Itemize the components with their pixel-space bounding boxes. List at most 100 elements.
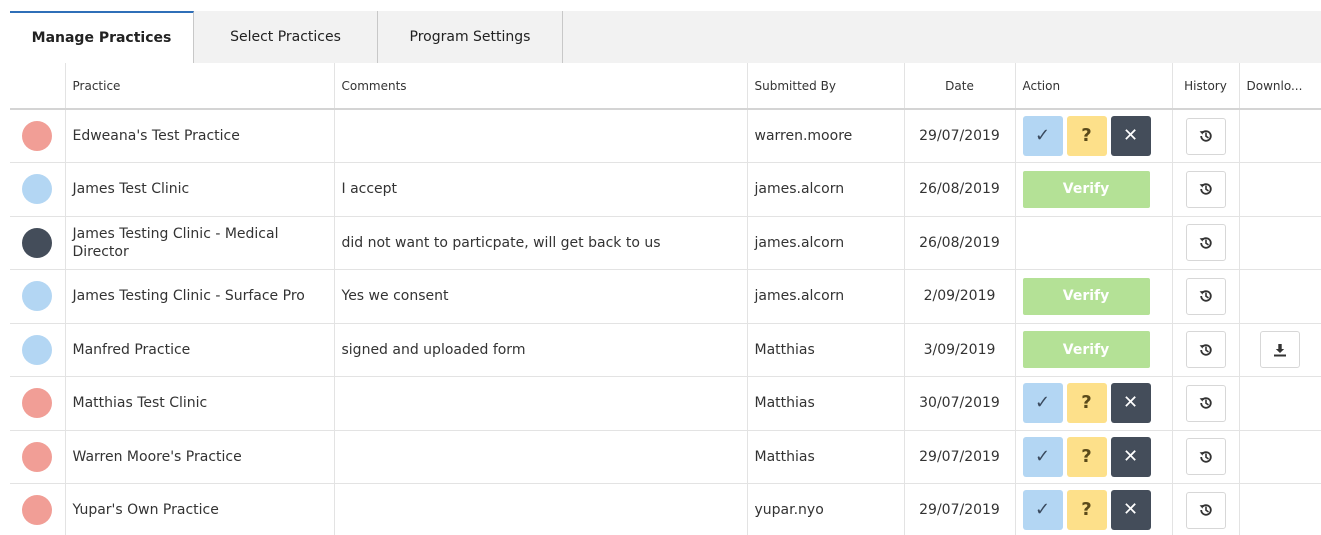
table-row[interactable]: James Test Clinic I accept james.alcorn 26/… <box>10 162 1321 217</box>
download-button[interactable] <box>1260 331 1301 369</box>
action-cell: ✓? ✕ <box>1015 430 1173 484</box>
date-column-header[interactable]: Date <box>904 63 1016 110</box>
action-cell <box>1015 216 1173 270</box>
table-row[interactable]: Matthias Test Clinic Matthias 30/07/2019 ✓?… <box>10 376 1321 431</box>
history-column-header: History <box>1172 63 1240 110</box>
practice-cell: Warren Moore's Practice <box>65 430 335 484</box>
accept-button[interactable]: ✓ <box>1022 436 1063 477</box>
submitted-by-cell: Matthias <box>747 323 905 377</box>
submitted-by-cell: warren.moore <box>747 109 905 163</box>
action-cell: ✓? ✕ <box>1015 376 1173 431</box>
history-cell <box>1172 376 1240 431</box>
table-row[interactable]: Yupar's Own Practice yupar.nyo 29/07/2019 ✓… <box>10 483 1321 535</box>
download-cell <box>1239 323 1321 377</box>
date-cell: 26/08/2019 <box>904 216 1016 270</box>
status-indicator <box>22 121 53 151</box>
date-cell: 26/08/2019 <box>904 162 1016 217</box>
submitted-by-cell: Matthias <box>747 376 905 431</box>
comments-column-header[interactable]: Comments <box>334 63 748 110</box>
verify-button[interactable]: Verify <box>1022 277 1150 315</box>
reject-button[interactable]: ✕ <box>1110 383 1151 424</box>
practice-cell: Edweana's Test Practice <box>65 109 335 163</box>
submitted-by-cell: yupar.nyo <box>747 483 905 535</box>
history-button[interactable] <box>1185 438 1226 476</box>
practice-column-header[interactable]: Practice <box>65 63 335 110</box>
history-button[interactable] <box>1185 491 1226 529</box>
comments-cell: did not want to particpate, will get bac… <box>334 216 748 270</box>
reject-button[interactable]: ✕ <box>1110 490 1151 531</box>
download-cell <box>1239 376 1321 431</box>
history-icon <box>1198 395 1214 411</box>
action-cell: ✓? ✕ <box>1015 109 1173 163</box>
table-row[interactable]: Edweana's Test Practice warren.moore 29/07… <box>10 109 1321 163</box>
submitted-by-cell: james.alcorn <box>747 269 905 324</box>
status-cell <box>10 109 66 163</box>
action-cell: Verify <box>1015 269 1173 324</box>
history-cell <box>1172 430 1240 484</box>
query-button[interactable]: ? <box>1066 116 1107 156</box>
accept-button[interactable]: ✓ <box>1022 490 1063 531</box>
history-cell <box>1172 483 1240 535</box>
submitted-by-cell: james.alcorn <box>747 216 905 270</box>
status-cell <box>10 483 66 535</box>
query-button[interactable]: ? <box>1066 436 1107 477</box>
history-cell <box>1172 323 1240 377</box>
date-cell: 29/07/2019 <box>904 483 1016 535</box>
status-indicator <box>22 174 53 205</box>
practices-table: Practice Comments Submitted By Date Acti… <box>10 63 1321 535</box>
download-column-header: Downlo... <box>1239 63 1321 110</box>
action-cell: Verify <box>1015 323 1173 377</box>
history-button[interactable] <box>1185 117 1226 155</box>
status-cell <box>10 430 66 484</box>
date-cell: 30/07/2019 <box>904 376 1016 431</box>
query-button[interactable]: ? <box>1066 383 1107 424</box>
table-row[interactable]: Warren Moore's Practice Matthias 29/07/201… <box>10 430 1321 484</box>
date-cell: 3/09/2019 <box>904 323 1016 377</box>
history-icon <box>1198 502 1214 518</box>
accept-button[interactable]: ✓ <box>1022 116 1063 156</box>
table-row[interactable]: James Testing Clinic - Surface Pro Yes we… <box>10 269 1321 324</box>
tab-manage-practices[interactable]: Manage Practices <box>10 11 194 63</box>
status-cell <box>10 269 66 324</box>
history-cell <box>1172 216 1240 270</box>
comments-cell: Yes we consent <box>334 269 748 324</box>
action-cell: ✓? ✕ <box>1015 483 1173 535</box>
download-cell <box>1239 483 1321 535</box>
comments-cell <box>334 483 748 535</box>
date-cell: 29/07/2019 <box>904 109 1016 163</box>
reject-button[interactable]: ✕ <box>1110 436 1151 477</box>
download-cell <box>1239 109 1321 163</box>
status-indicator <box>22 388 53 419</box>
reject-button[interactable]: ✕ <box>1110 116 1151 156</box>
comments-cell: signed and uploaded form <box>334 323 748 377</box>
tab-select-practices[interactable]: Select Practices <box>194 11 378 63</box>
table-row[interactable]: James Testing Clinic - Medical Director d… <box>10 216 1321 270</box>
tab-program-settings[interactable]: Program Settings <box>378 11 563 63</box>
history-button[interactable] <box>1185 170 1226 208</box>
history-button[interactable] <box>1185 331 1226 369</box>
action-column-header: Action <box>1015 63 1173 110</box>
download-cell <box>1239 430 1321 484</box>
practice-cell: James Testing Clinic - Surface Pro <box>65 269 335 324</box>
table-row[interactable]: Manfred Practice signed and uploaded form… <box>10 323 1321 377</box>
submitted-by-column-header[interactable]: Submitted By <box>747 63 905 110</box>
status-cell <box>10 216 66 270</box>
status-cell <box>10 323 66 377</box>
history-button[interactable] <box>1185 384 1226 422</box>
history-icon <box>1198 181 1214 197</box>
query-button[interactable]: ? <box>1066 490 1107 531</box>
status-indicator <box>22 227 53 258</box>
verify-button[interactable]: Verify <box>1022 331 1150 369</box>
header-row: Practice Comments Submitted By Date Acti… <box>10 63 1321 110</box>
action-buttons: ✓? ✕ <box>1022 116 1165 156</box>
history-button[interactable] <box>1185 224 1226 262</box>
history-icon <box>1198 342 1214 358</box>
history-button[interactable] <box>1185 277 1226 315</box>
history-cell <box>1172 269 1240 324</box>
comments-cell <box>334 430 748 484</box>
practice-cell: Yupar's Own Practice <box>65 483 335 535</box>
verify-button[interactable]: Verify <box>1022 170 1150 208</box>
status-column-header <box>10 63 66 110</box>
accept-button[interactable]: ✓ <box>1022 383 1063 424</box>
download-cell <box>1239 216 1321 270</box>
